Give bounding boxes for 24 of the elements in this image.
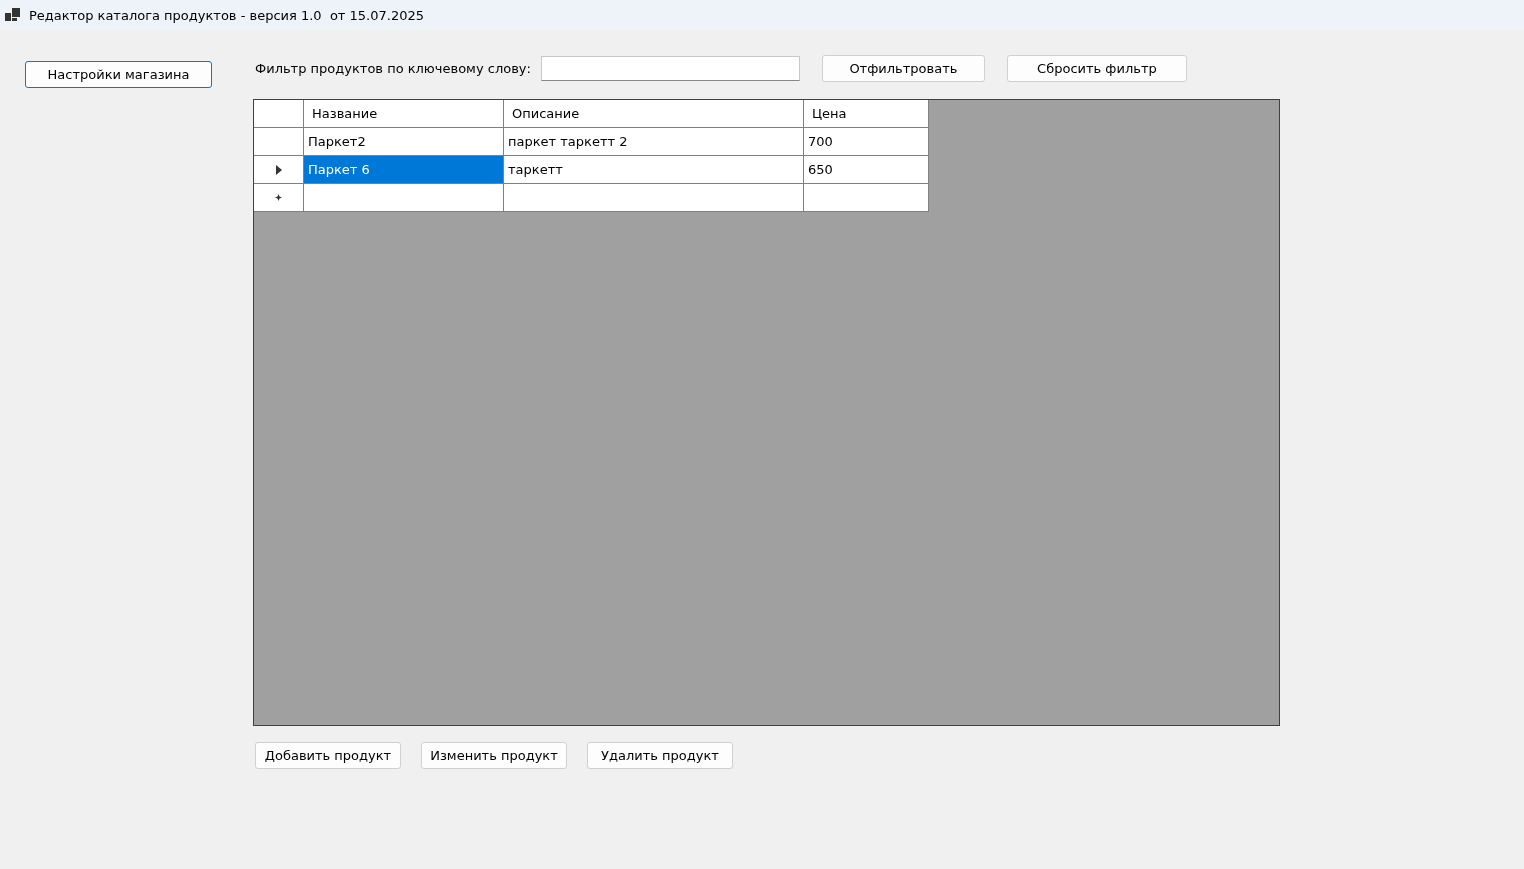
action-button[interactable]: Изменить продукт <box>421 742 567 769</box>
table-cell[interactable]: Паркет2 <box>304 128 504 156</box>
row-header[interactable] <box>254 184 304 212</box>
store-settings-button[interactable]: Настройки магазина <box>25 61 212 88</box>
table-cell[interactable]: 700 <box>804 128 929 156</box>
filter-button[interactable]: Отфильтровать <box>821 55 985 82</box>
window-title: Редактор каталога продуктов - версия 1.0 от 15.07.2025 <box>29 7 424 23</box>
column-header[interactable]: Название <box>304 100 504 128</box>
action-button[interactable]: Добавить продукт <box>255 742 401 769</box>
table-cell[interactable]: таркетт <box>504 156 804 184</box>
row-header[interactable] <box>254 128 304 156</box>
action-button[interactable]: Удалить продукт <box>587 742 733 769</box>
corner-header-cell <box>254 100 304 128</box>
app-icon <box>5 8 21 22</box>
reset-filter-button[interactable]: Сбросить фильтр <box>1006 55 1187 82</box>
table-cell[interactable]: Паркет 6 <box>304 156 504 184</box>
filter-label: Фильтр продуктов по ключевому слову: <box>255 61 531 76</box>
table-cell[interactable]: 650 <box>804 156 929 184</box>
table-cell[interactable]: паркет таркетт 2 <box>504 128 804 156</box>
filter-input-field[interactable] <box>540 56 800 81</box>
new-row-icon <box>275 194 282 201</box>
row-header[interactable] <box>254 156 304 184</box>
column-header[interactable]: Цена <box>804 100 929 128</box>
column-header[interactable]: Описание <box>504 100 804 128</box>
